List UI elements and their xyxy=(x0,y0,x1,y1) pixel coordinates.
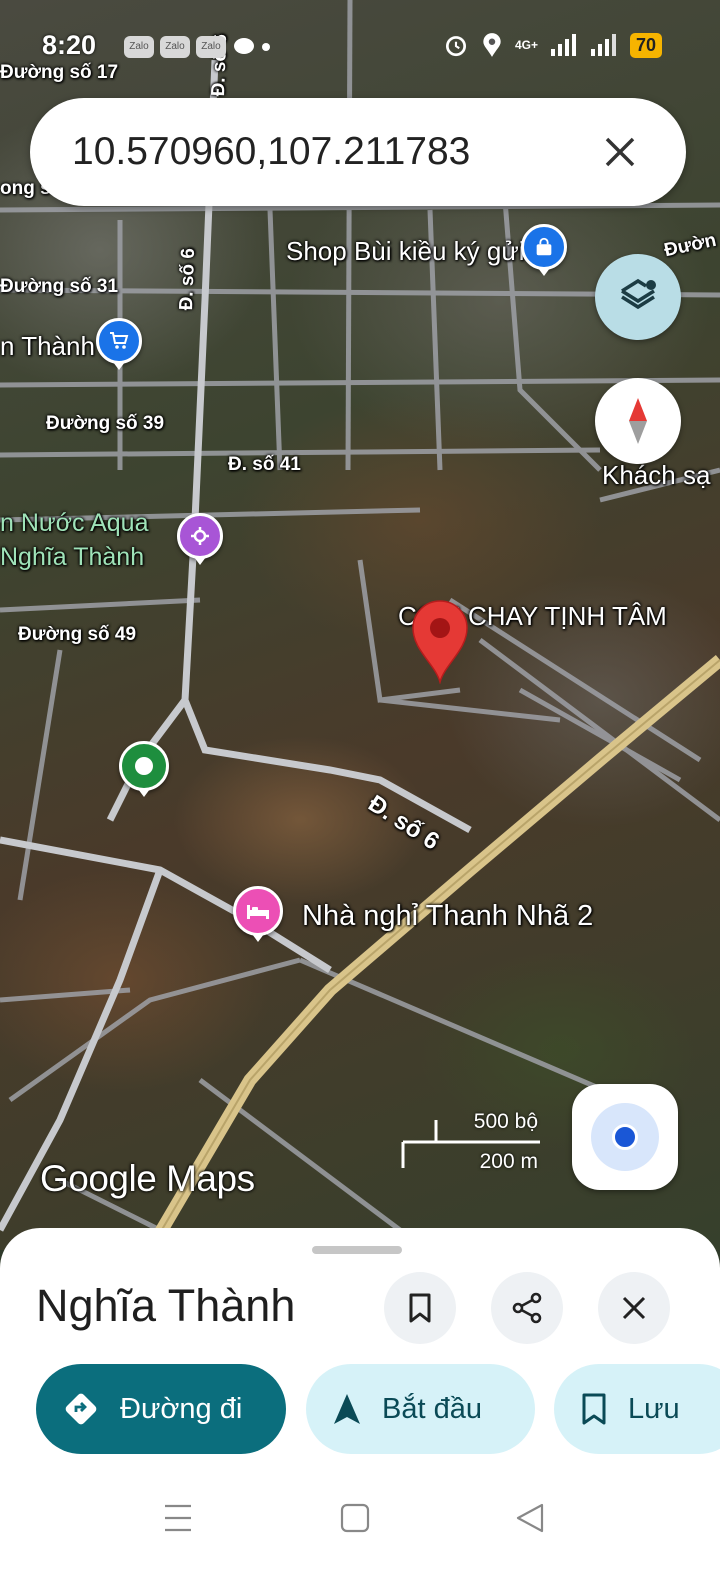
sheet-drag-handle[interactable] xyxy=(312,1246,402,1254)
label-d-so-41: Đ. số 41 xyxy=(228,454,301,475)
label-khach-san: Khách sạ xyxy=(602,460,711,490)
lock-bag-icon xyxy=(536,237,552,256)
label-d-so-6-vertical: Đ. số 6 xyxy=(176,247,200,311)
shop-bag-pin[interactable] xyxy=(521,224,567,276)
close-icon xyxy=(605,137,635,167)
back-triangle-icon xyxy=(516,1503,544,1533)
navigation-arrow-icon xyxy=(332,1392,362,1426)
share-button[interactable] xyxy=(491,1272,563,1344)
shopping-cart-icon xyxy=(110,332,129,349)
signal-icon xyxy=(550,34,576,56)
close-sheet-button[interactable] xyxy=(598,1272,670,1344)
save-label: Lưu xyxy=(628,1392,680,1425)
compass-button[interactable] xyxy=(595,378,681,464)
system-nav-bar xyxy=(0,1480,720,1560)
clear-search-button[interactable] xyxy=(590,122,650,182)
google-maps-logo: Google Maps xyxy=(40,1158,255,1199)
my-location-button[interactable] xyxy=(572,1084,678,1190)
close-icon xyxy=(622,1296,646,1320)
start-label: Bắt đầu xyxy=(382,1392,482,1425)
zalo-icon: Zalo xyxy=(124,36,154,58)
network-type: 4G+ xyxy=(514,38,538,52)
start-navigation-button[interactable]: Bắt đầu xyxy=(306,1364,535,1454)
back-button[interactable] xyxy=(515,1502,545,1539)
system-icons: 4G+ 70 xyxy=(443,32,662,58)
place-label-nghia-thanh[interactable]: Nghĩa Thành xyxy=(0,543,144,572)
my-location-icon xyxy=(591,1103,659,1171)
hotel-pin[interactable] xyxy=(233,886,283,942)
battery-indicator: 70 xyxy=(629,32,662,58)
shopping-cart-pin[interactable] xyxy=(96,318,142,370)
bed-icon xyxy=(247,905,269,919)
directions-label: Đường đi xyxy=(120,1392,243,1425)
gear-service-icon xyxy=(191,527,209,545)
map-scale: 500 bộ 200 m xyxy=(400,1110,550,1180)
signal-2-icon xyxy=(590,34,616,56)
home-button[interactable] xyxy=(340,1502,370,1539)
directions-button[interactable]: Đường đi xyxy=(36,1364,286,1454)
label-n-thanh: n Thành xyxy=(0,331,95,361)
share-icon xyxy=(512,1292,542,1324)
menu-lines-icon xyxy=(165,1504,191,1532)
compass-icon xyxy=(629,398,647,444)
zalo-icon: Zalo xyxy=(160,36,190,58)
dropped-pin-icon[interactable] xyxy=(409,598,471,684)
status-bar: 8:20 Zalo Zalo Zalo 4G+ 70 xyxy=(0,0,720,95)
alarm-icon xyxy=(445,36,466,57)
dot-icon xyxy=(135,757,153,775)
location-icon xyxy=(483,33,501,57)
place-title: Nghĩa Thành xyxy=(36,1280,296,1331)
chat-bubble-icon xyxy=(234,38,254,54)
search-input[interactable]: 10.570960,107.211783 xyxy=(72,130,590,174)
place-label-nha-nghi[interactable]: Nhà nghỉ Thanh Nhã 2 xyxy=(302,900,593,933)
home-square-icon xyxy=(340,1503,370,1533)
recent-apps-button[interactable] xyxy=(163,1502,193,1539)
zalo-icon: Zalo xyxy=(196,36,226,58)
label-duong-so-31: Đường số 31 xyxy=(0,276,119,297)
place-label-shop[interactable]: Shop Bùi kiều ký gửi xyxy=(286,236,525,267)
label-duong-so-49: Đường số 49 xyxy=(18,624,137,645)
bookmark-icon xyxy=(409,1293,431,1323)
purple-service-pin[interactable] xyxy=(177,513,223,565)
scale-bar xyxy=(401,1120,540,1168)
green-place-pin[interactable] xyxy=(119,741,169,797)
map-layers-button[interactable] xyxy=(595,254,681,340)
place-label-nuoc-aqua[interactable]: n Nước Aqua xyxy=(0,509,149,538)
search-bar[interactable]: 10.570960,107.211783 xyxy=(30,98,686,206)
bookmark-icon xyxy=(580,1392,608,1426)
notification-icons: Zalo Zalo Zalo xyxy=(124,36,270,58)
label-duong-so-39: Đường số 39 xyxy=(46,413,165,434)
more-notifications-dot xyxy=(262,43,270,51)
directions-icon xyxy=(62,1390,100,1428)
save-bookmark-button[interactable] xyxy=(384,1272,456,1344)
status-time: 8:20 xyxy=(42,30,97,60)
save-place-button[interactable]: Lưu xyxy=(554,1364,720,1454)
layers-icon xyxy=(621,278,656,310)
